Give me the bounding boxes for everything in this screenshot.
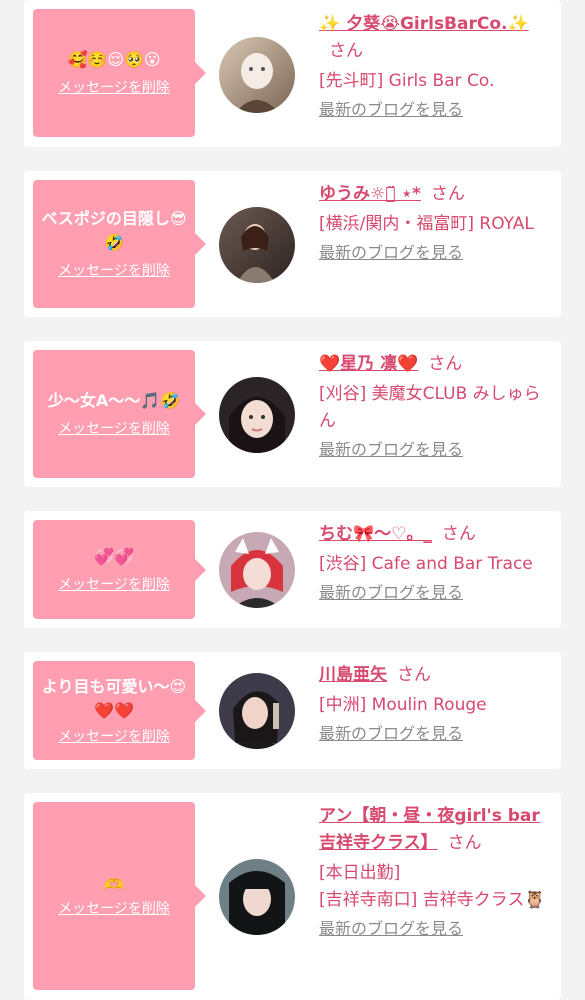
delete-message-link[interactable]: メッセージを削除 — [58, 727, 170, 747]
cast-info: ちむ🎀〜♡。_ さん [渋谷] Cafe and Bar Trace 最新のブログ… — [319, 521, 555, 605]
cast-name-line: ちむ🎀〜♡。_ さん — [319, 521, 555, 548]
message-text: より目も可愛い〜😍❤️❤️ — [41, 676, 187, 720]
message-bubble: より目も可愛い〜😍❤️❤️ メッセージを削除 — [33, 661, 206, 760]
message-text: 🥰☺️😌🥺😮 — [67, 50, 161, 69]
cast-name-link[interactable]: ❤️星乃 凛❤️ — [319, 354, 418, 374]
delete-message-link[interactable]: メッセージを削除 — [58, 419, 170, 439]
message-text: 🫶 — [104, 875, 124, 894]
cast-name-line: 川島亜矢 さん — [319, 662, 555, 689]
message-bubble: 少〜女A〜〜🎵🤣 メッセージを削除 — [33, 350, 206, 478]
cast-name-line: ゆうみ☼︎⌒̈ ⋆* さん — [319, 181, 555, 208]
avatar[interactable] — [219, 859, 295, 935]
avatar-photo-icon — [219, 377, 295, 453]
message-bubble: 🫶 メッセージを削除 — [33, 802, 206, 990]
view-blog-link[interactable]: 最新のブログを見る — [319, 722, 463, 746]
cast-name-line: アン【朝・昼・夜girl's bar吉祥寺クラス】 さん — [319, 803, 555, 857]
cast-info: ❤️星乃 凛❤️ さん [刈谷] 美魔女CLUB みしゅらん 最新のブログを見る — [319, 351, 555, 462]
shop-name: [渋谷] Cafe and Bar Trace — [319, 554, 533, 574]
shop-status: [本日出勤] — [319, 863, 401, 883]
cast-info: ゆうみ☼︎⌒̈ ⋆* さん [横浜/関内・福富町] ROYAL 最新のブログを見る — [319, 181, 555, 265]
message-text: ベスポジの目隠し😎🤣 — [41, 209, 187, 252]
view-blog-link[interactable]: 最新のブログを見る — [319, 917, 463, 941]
cast-name-link[interactable]: ゆうみ☼︎⌒̈ ⋆* — [319, 184, 421, 204]
shop-name: [横浜/関内・福富町] ROYAL — [319, 214, 534, 234]
cast-name-line: ❤️星乃 凛❤️ さん — [319, 351, 555, 378]
cast-name-link[interactable]: ✨ 夕葵😭GirlsBarCo.✨ — [319, 14, 529, 34]
avatar-photo-icon — [219, 532, 295, 608]
delete-message-link[interactable]: メッセージを削除 — [58, 261, 170, 281]
message-card: 🫶 メッセージを削除 アン【朝・昼・夜girl's bar吉祥寺クラス】 さん [… — [24, 793, 561, 1000]
message-text: 💞💞 — [94, 546, 134, 566]
avatar-photo-icon — [219, 37, 295, 113]
avatar[interactable] — [219, 377, 295, 453]
cast-info: 川島亜矢 さん [中洲] Moulin Rouge 最新のブログを見る — [319, 662, 555, 746]
shop-name: [吉祥寺南口] 吉祥寺クラス🦉 — [319, 890, 546, 910]
view-blog-link[interactable]: 最新のブログを見る — [319, 438, 463, 462]
delete-message-link[interactable]: メッセージを削除 — [58, 899, 170, 919]
avatar-photo-icon — [219, 859, 295, 935]
message-card: ベスポジの目隠し😎🤣 メッセージを削除 ゆうみ☼︎⌒̈ ⋆* さん [横浜/関内・… — [24, 171, 561, 317]
message-card: より目も可愛い〜😍❤️❤️ メッセージを削除 川島亜矢 さん [中洲] Mouli… — [24, 652, 561, 769]
cast-name-line: ✨ 夕葵😭GirlsBarCo.✨ さん — [319, 11, 555, 65]
avatar[interactable] — [219, 37, 295, 113]
cast-name-link[interactable]: ちむ🎀〜♡。_ — [319, 524, 432, 544]
message-card: 💞💞 メッセージを削除 ちむ🎀〜♡。_ さん [渋谷] Cafe and Bar … — [24, 511, 561, 628]
view-blog-link[interactable]: 最新のブログを見る — [319, 581, 463, 605]
delete-message-link[interactable]: メッセージを削除 — [58, 575, 170, 595]
cast-name-link[interactable]: 川島亜矢 — [319, 665, 387, 685]
avatar[interactable] — [219, 532, 295, 608]
honorific: さん — [441, 524, 476, 544]
honorific: さん — [430, 184, 465, 204]
shop-name: [中洲] Moulin Rouge — [319, 695, 487, 715]
honorific: さん — [329, 41, 363, 61]
cast-name-link[interactable]: アン【朝・昼・夜girl's bar吉祥寺クラス】 — [319, 806, 540, 853]
honorific: さん — [447, 833, 482, 853]
shop-name: [刈谷] 美魔女CLUB みしゅらん — [319, 384, 541, 431]
shop-name: [先斗町] Girls Bar Co. — [319, 71, 495, 91]
cast-info: ✨ 夕葵😭GirlsBarCo.✨さん [先斗町] Girls Bar Co. … — [319, 11, 555, 122]
view-blog-link[interactable]: 最新のブログを見る — [319, 241, 463, 265]
honorific: さん — [428, 354, 463, 374]
message-bubble: 💞💞 メッセージを削除 — [33, 520, 206, 619]
message-card: 🥰☺️😌🥺😮 メッセージを削除 ✨ 夕葵😭GirlsBarCo.✨ さん [先斗町… — [24, 0, 561, 147]
message-text: 少〜女A〜〜🎵🤣 — [47, 391, 181, 410]
avatar[interactable] — [219, 673, 295, 749]
message-list: 🥰☺️😌🥺😮 メッセージを削除 ✨ 夕葵😭GirlsBarCo.✨ さん [先斗町… — [0, 0, 585, 1000]
avatar-photo-icon — [219, 673, 295, 749]
view-blog-link[interactable]: 最新のブログを見る — [319, 98, 463, 122]
message-bubble: 🥰☺️😌🥺😮 メッセージを削除 — [33, 9, 206, 137]
cast-info: アン【朝・昼・夜girl's bar吉祥寺クラス】 さん [本日出勤] [吉祥寺南… — [319, 803, 555, 941]
message-card: 少〜女A〜〜🎵🤣 メッセージを削除 ❤️星乃 凛❤️ さん [刈谷] 美魔女CLU… — [24, 341, 561, 487]
avatar[interactable] — [219, 207, 295, 283]
delete-message-link[interactable]: メッセージを削除 — [58, 78, 170, 98]
honorific: さん — [397, 665, 431, 685]
message-bubble: ベスポジの目隠し😎🤣 メッセージを削除 — [33, 180, 206, 308]
avatar-photo-icon — [219, 207, 295, 283]
